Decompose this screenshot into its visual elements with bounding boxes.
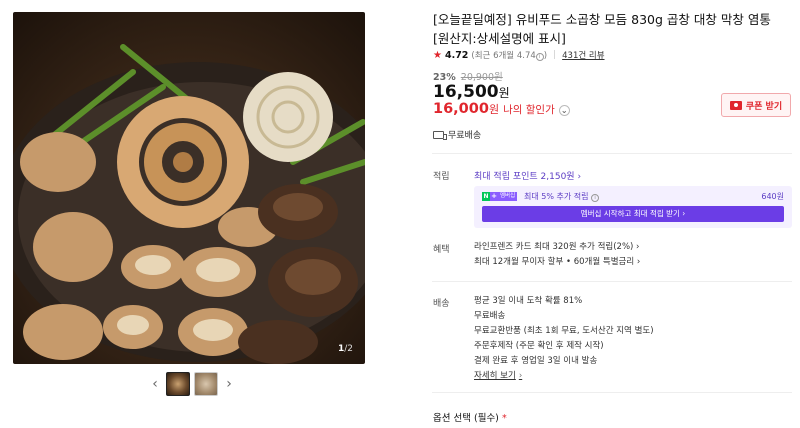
thumbnail-2[interactable] (194, 372, 218, 396)
image-counter-total: /2 (344, 344, 353, 354)
divider (432, 392, 792, 393)
coupon-icon (729, 100, 742, 110)
extra-points-amount: 640원 (761, 192, 784, 201)
option-select-title: 옵션 선택 (필수) * (433, 410, 507, 424)
naver-n-icon: N (482, 192, 490, 201)
my-price-unit: 원 (488, 103, 500, 116)
chevron-down-icon[interactable]: ⌄ (558, 105, 570, 116)
chevron-right-icon: › (518, 371, 523, 381)
start-membership-button[interactable]: 멤버십 시작하고 최대 적립 받기 › (482, 206, 784, 222)
sale-price-value: 16,500 (433, 82, 499, 102)
sale-price: 16,500원 (433, 82, 510, 102)
thumbnail-strip: ‹ › (148, 372, 236, 396)
delivery-arrival-rate: 평균 3일 이내 도착 확률 81% (474, 296, 583, 306)
membership-points-box: N + 멤버십 최대 5% 추가 적립 i 640원 멤버십 시작하고 최대 적… (474, 186, 792, 228)
next-image-button[interactable]: › (222, 372, 236, 396)
my-price-label: 나의 할인가 (503, 104, 555, 116)
thumbnail-1[interactable] (166, 372, 190, 396)
info-icon[interactable]: i (591, 194, 600, 202)
points-label: 적립 (433, 172, 450, 182)
delivery-free-return: 무료교환반품 (최초 1회 무료, 도서산간 지역 별도) (474, 326, 654, 336)
rating-score: 4.72 (444, 49, 469, 61)
divider (432, 153, 792, 154)
my-price-value: 16,000 (433, 101, 489, 117)
delivery-details-link[interactable]: 자세히 보기 › (474, 369, 522, 381)
installment-benefit-link[interactable]: 최대 12개월 무이자 할부 • 60개월 특별금리 › (474, 256, 640, 269)
star-icon: ★ (433, 49, 442, 61)
plus-icon: + (490, 192, 498, 201)
extra-points-text: 최대 5% 추가 적립 i (524, 191, 600, 202)
delivery-free: 무료배송 (474, 311, 506, 321)
rating-recent-close: ) (543, 51, 548, 61)
free-shipping-label: 무료배송 (448, 131, 482, 141)
truck-icon (433, 130, 447, 140)
perks-label: 혜택 (433, 245, 450, 255)
delivery-label: 배송 (433, 299, 450, 309)
prev-image-button[interactable]: ‹ (148, 372, 162, 396)
image-counter: 1/2 (338, 344, 353, 354)
membership-badge-text: 멤버십 (498, 192, 518, 201)
free-shipping-summary: 무료배송 (433, 128, 481, 141)
option-title-text: 옵션 선택 (필수) (433, 413, 499, 424)
separator: | (553, 50, 557, 60)
rating-row: ★ 4.72 (최근 6개월 4.74 i) | 431건 리뷰 (433, 49, 605, 61)
card-benefit-link[interactable]: 라인프렌즈 카드 최대 320원 추가 적립(2%) › (474, 241, 639, 254)
reviews-link[interactable]: 431건 리뷰 (562, 49, 604, 61)
discount-row: 23% 20,900원 (433, 69, 503, 83)
required-mark: * (501, 413, 507, 424)
my-discount-price[interactable]: 16,000 원 나의 할인가 ⌄ (433, 101, 570, 117)
info-icon[interactable]: i (535, 53, 544, 61)
delivery-made-to-order: 주문후제작 (주문 확인 후 제작 시작) (474, 341, 604, 351)
rating-recent: (최근 6개월 4.74 i) (471, 49, 547, 61)
delivery-details-label: 자세히 보기 (474, 371, 516, 381)
max-points-link[interactable]: 최대 적립 포인트 2,150원 › (474, 169, 581, 182)
product-title: [오늘끝딜예정] 유비푸드 소곱창 모듬 830g 곱창 대창 막창 염통 [원… (433, 12, 771, 46)
naver-plus-membership-badge: N + 멤버십 (482, 192, 518, 201)
coupon-button-label: 쿠폰 받기 (745, 101, 783, 112)
sale-price-unit: 원 (498, 86, 510, 100)
rating-recent-text: (최근 6개월 4.74 (471, 51, 536, 61)
chevron-right-icon: › (226, 376, 232, 392)
divider (432, 281, 792, 282)
grilled-tripe-photo (13, 44, 365, 364)
extra-points-label: 최대 5% 추가 적립 (524, 192, 589, 201)
product-main-image[interactable]: 1/2 (13, 12, 365, 364)
chevron-left-icon: ‹ (152, 376, 158, 392)
product-info-panel: [오늘끝딜예정] 유비푸드 소곱창 모듬 830g 곱창 대창 막창 염통 [원… (432, 0, 800, 428)
delivery-dispatch: 결제 완료 후 영업일 3일 이내 발송 (474, 356, 598, 366)
coupon-button[interactable]: 쿠폰 받기 (721, 93, 791, 117)
